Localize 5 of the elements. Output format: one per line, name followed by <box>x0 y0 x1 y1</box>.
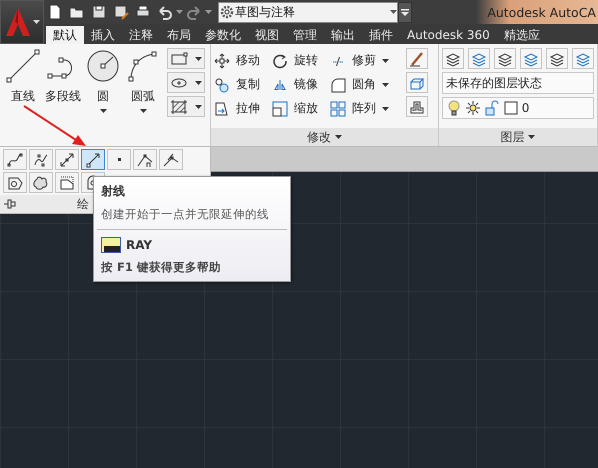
help-hint: 按 F1 键获得更多帮助 <box>101 260 222 275</box>
command-name: RAY <box>126 238 152 252</box>
tooltip-title: 射线 <box>101 183 126 200</box>
panel-title: 绘 <box>77 196 89 212</box>
tooltip-description: 创建开始于一点并无限延伸的线 <box>101 207 270 222</box>
